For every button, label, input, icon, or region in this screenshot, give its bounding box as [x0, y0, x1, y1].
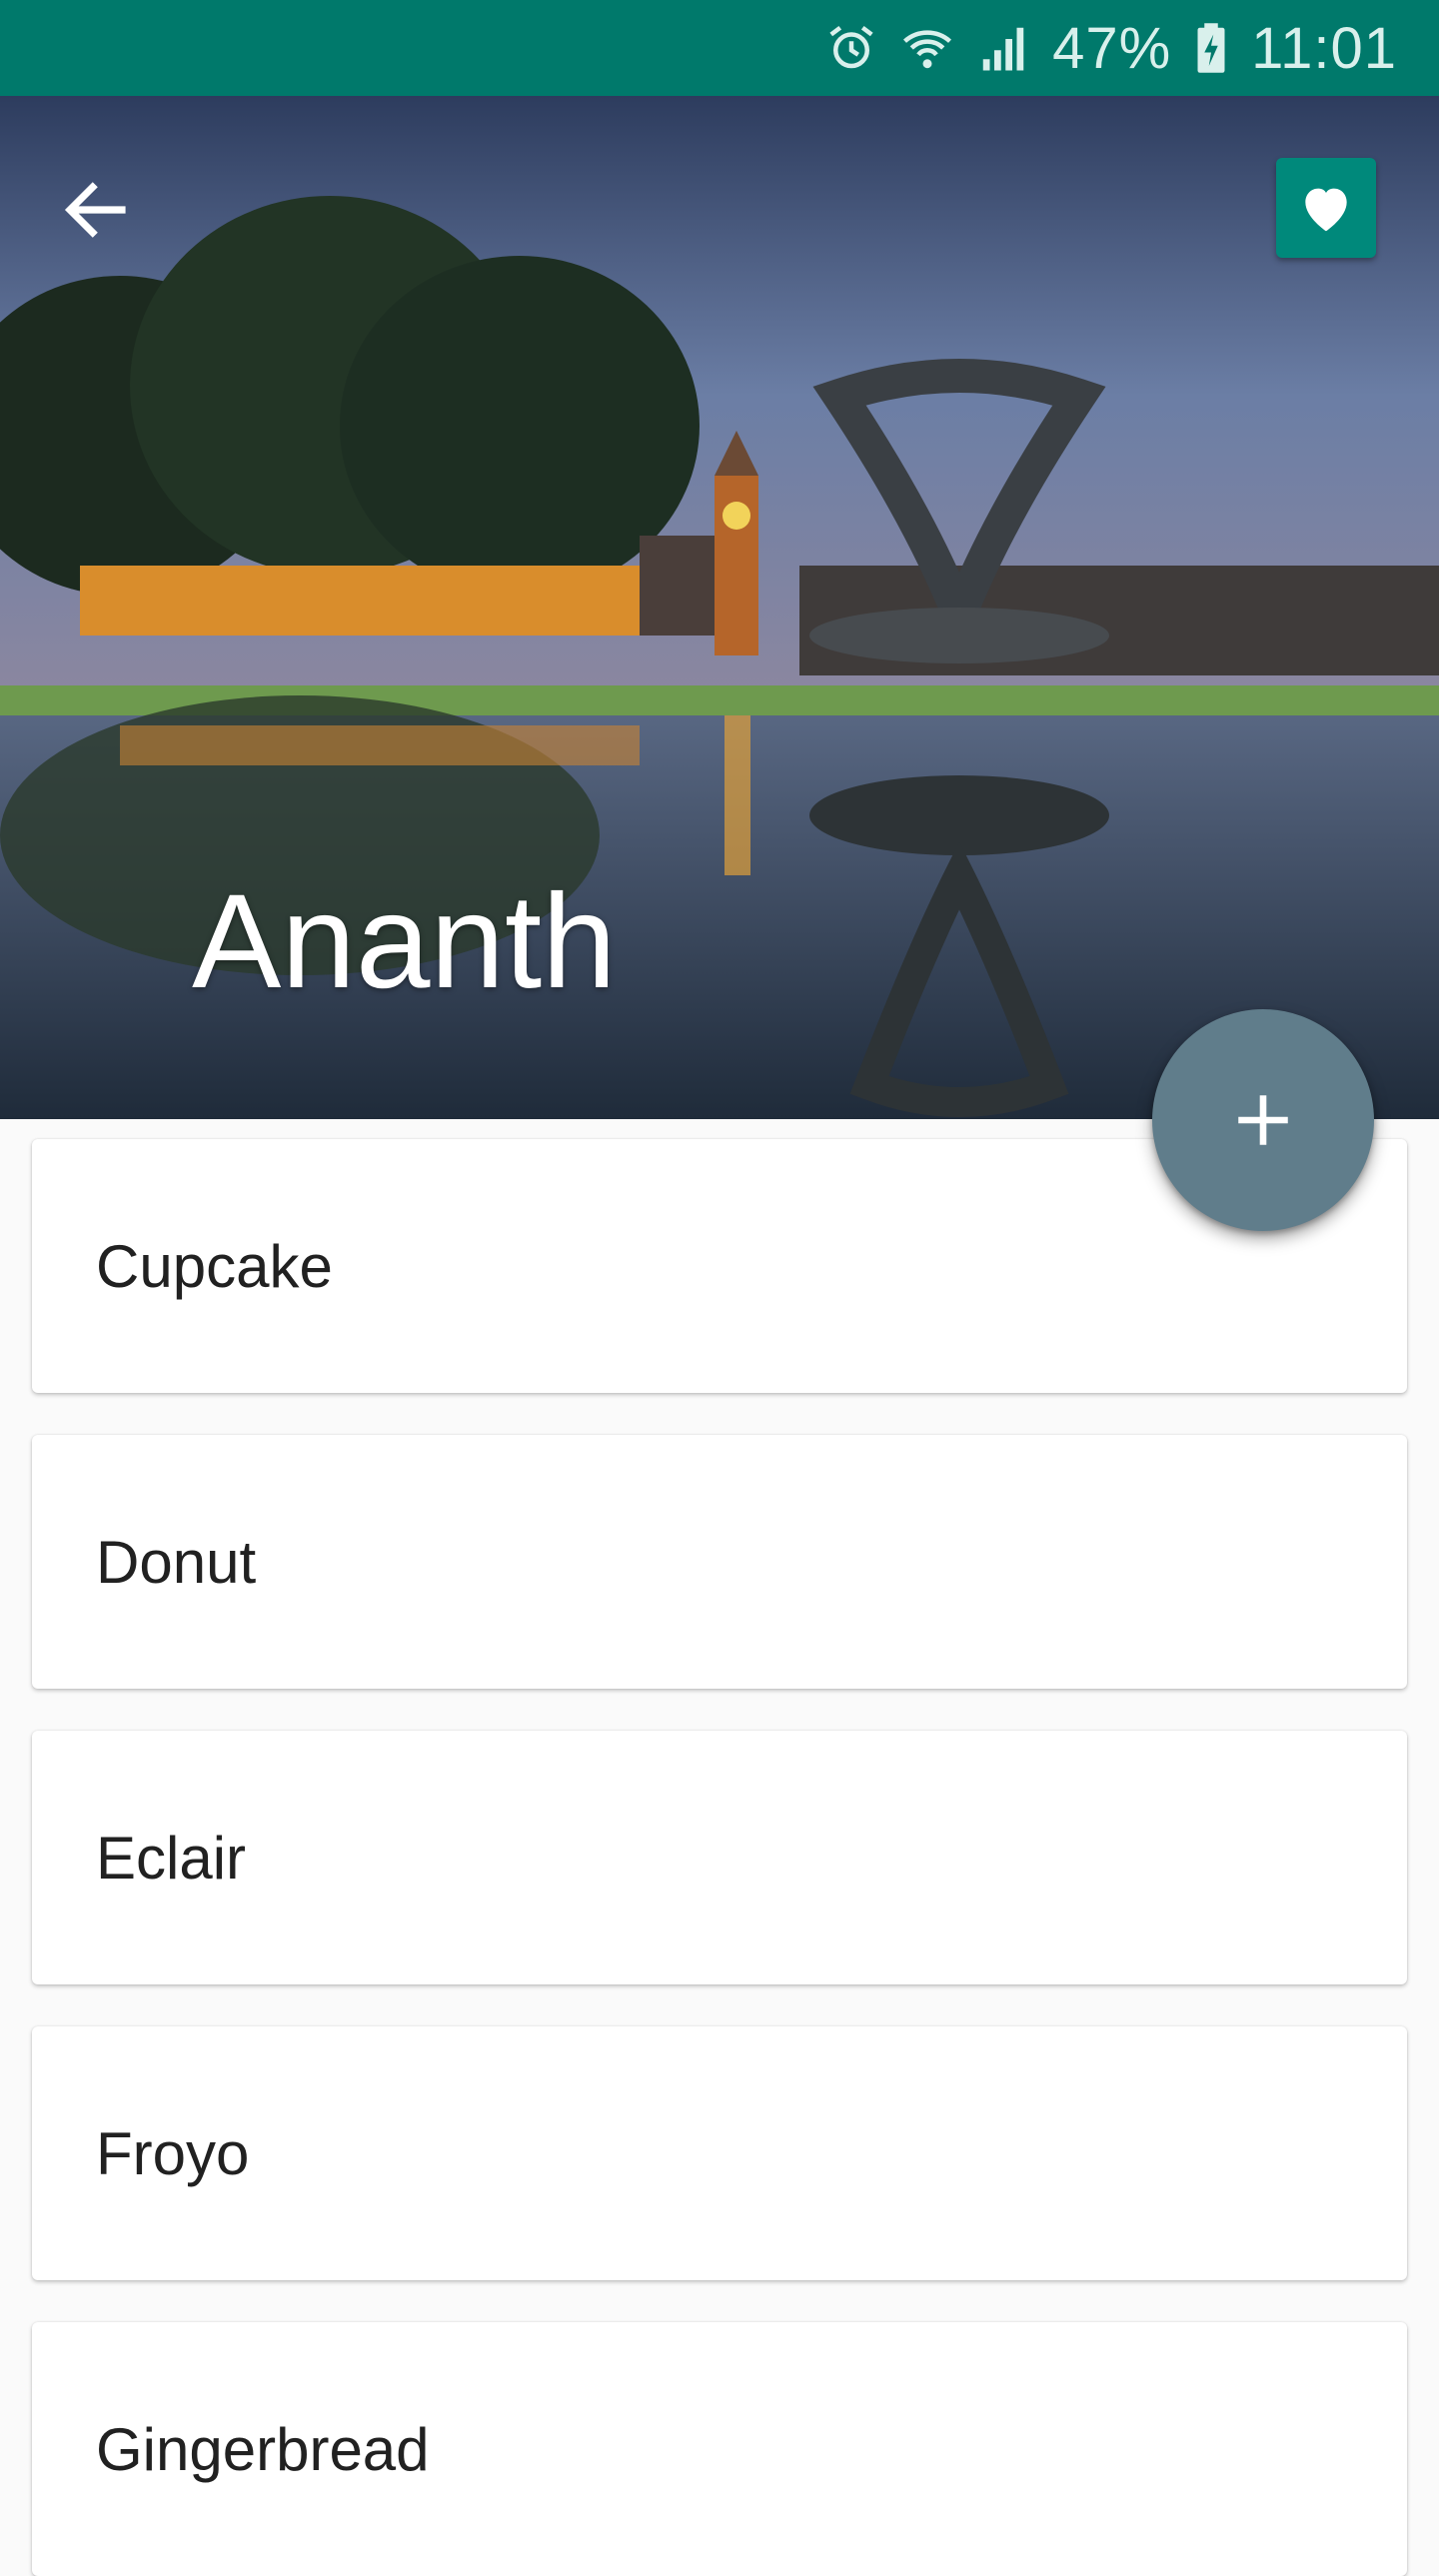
list-item-label: Donut: [96, 1528, 257, 1596]
wifi-icon: [900, 21, 954, 75]
battery-percent: 47%: [1052, 15, 1172, 81]
alarm-icon: [824, 21, 878, 75]
status-time: 11:01: [1251, 15, 1397, 81]
favorite-button[interactable]: [1276, 158, 1376, 258]
list-item-label: Gingerbread: [96, 2415, 430, 2483]
list-item-eclair[interactable]: Eclair: [32, 1731, 1407, 1984]
signal-icon: [976, 21, 1030, 75]
list-item-froyo[interactable]: Froyo: [32, 2026, 1407, 2280]
list-item-donut[interactable]: Donut: [32, 1435, 1407, 1689]
status-bar: 47% 11:01: [0, 0, 1439, 96]
battery-charging-icon: [1193, 21, 1229, 75]
back-button[interactable]: [48, 162, 144, 258]
list-item-label: Cupcake: [96, 1232, 333, 1300]
page-title: Ananth: [192, 867, 617, 1016]
header-image: Ananth: [0, 96, 1439, 1119]
list-item-gingerbread[interactable]: Gingerbread: [32, 2322, 1407, 2576]
list-item-label: Eclair: [96, 1824, 247, 1892]
plus-icon: [1238, 1095, 1288, 1145]
list-item-label: Froyo: [96, 2119, 250, 2187]
arrow-back-icon: [64, 182, 126, 238]
add-fab-button[interactable]: [1152, 1009, 1374, 1231]
heart-icon: [1305, 188, 1347, 232]
